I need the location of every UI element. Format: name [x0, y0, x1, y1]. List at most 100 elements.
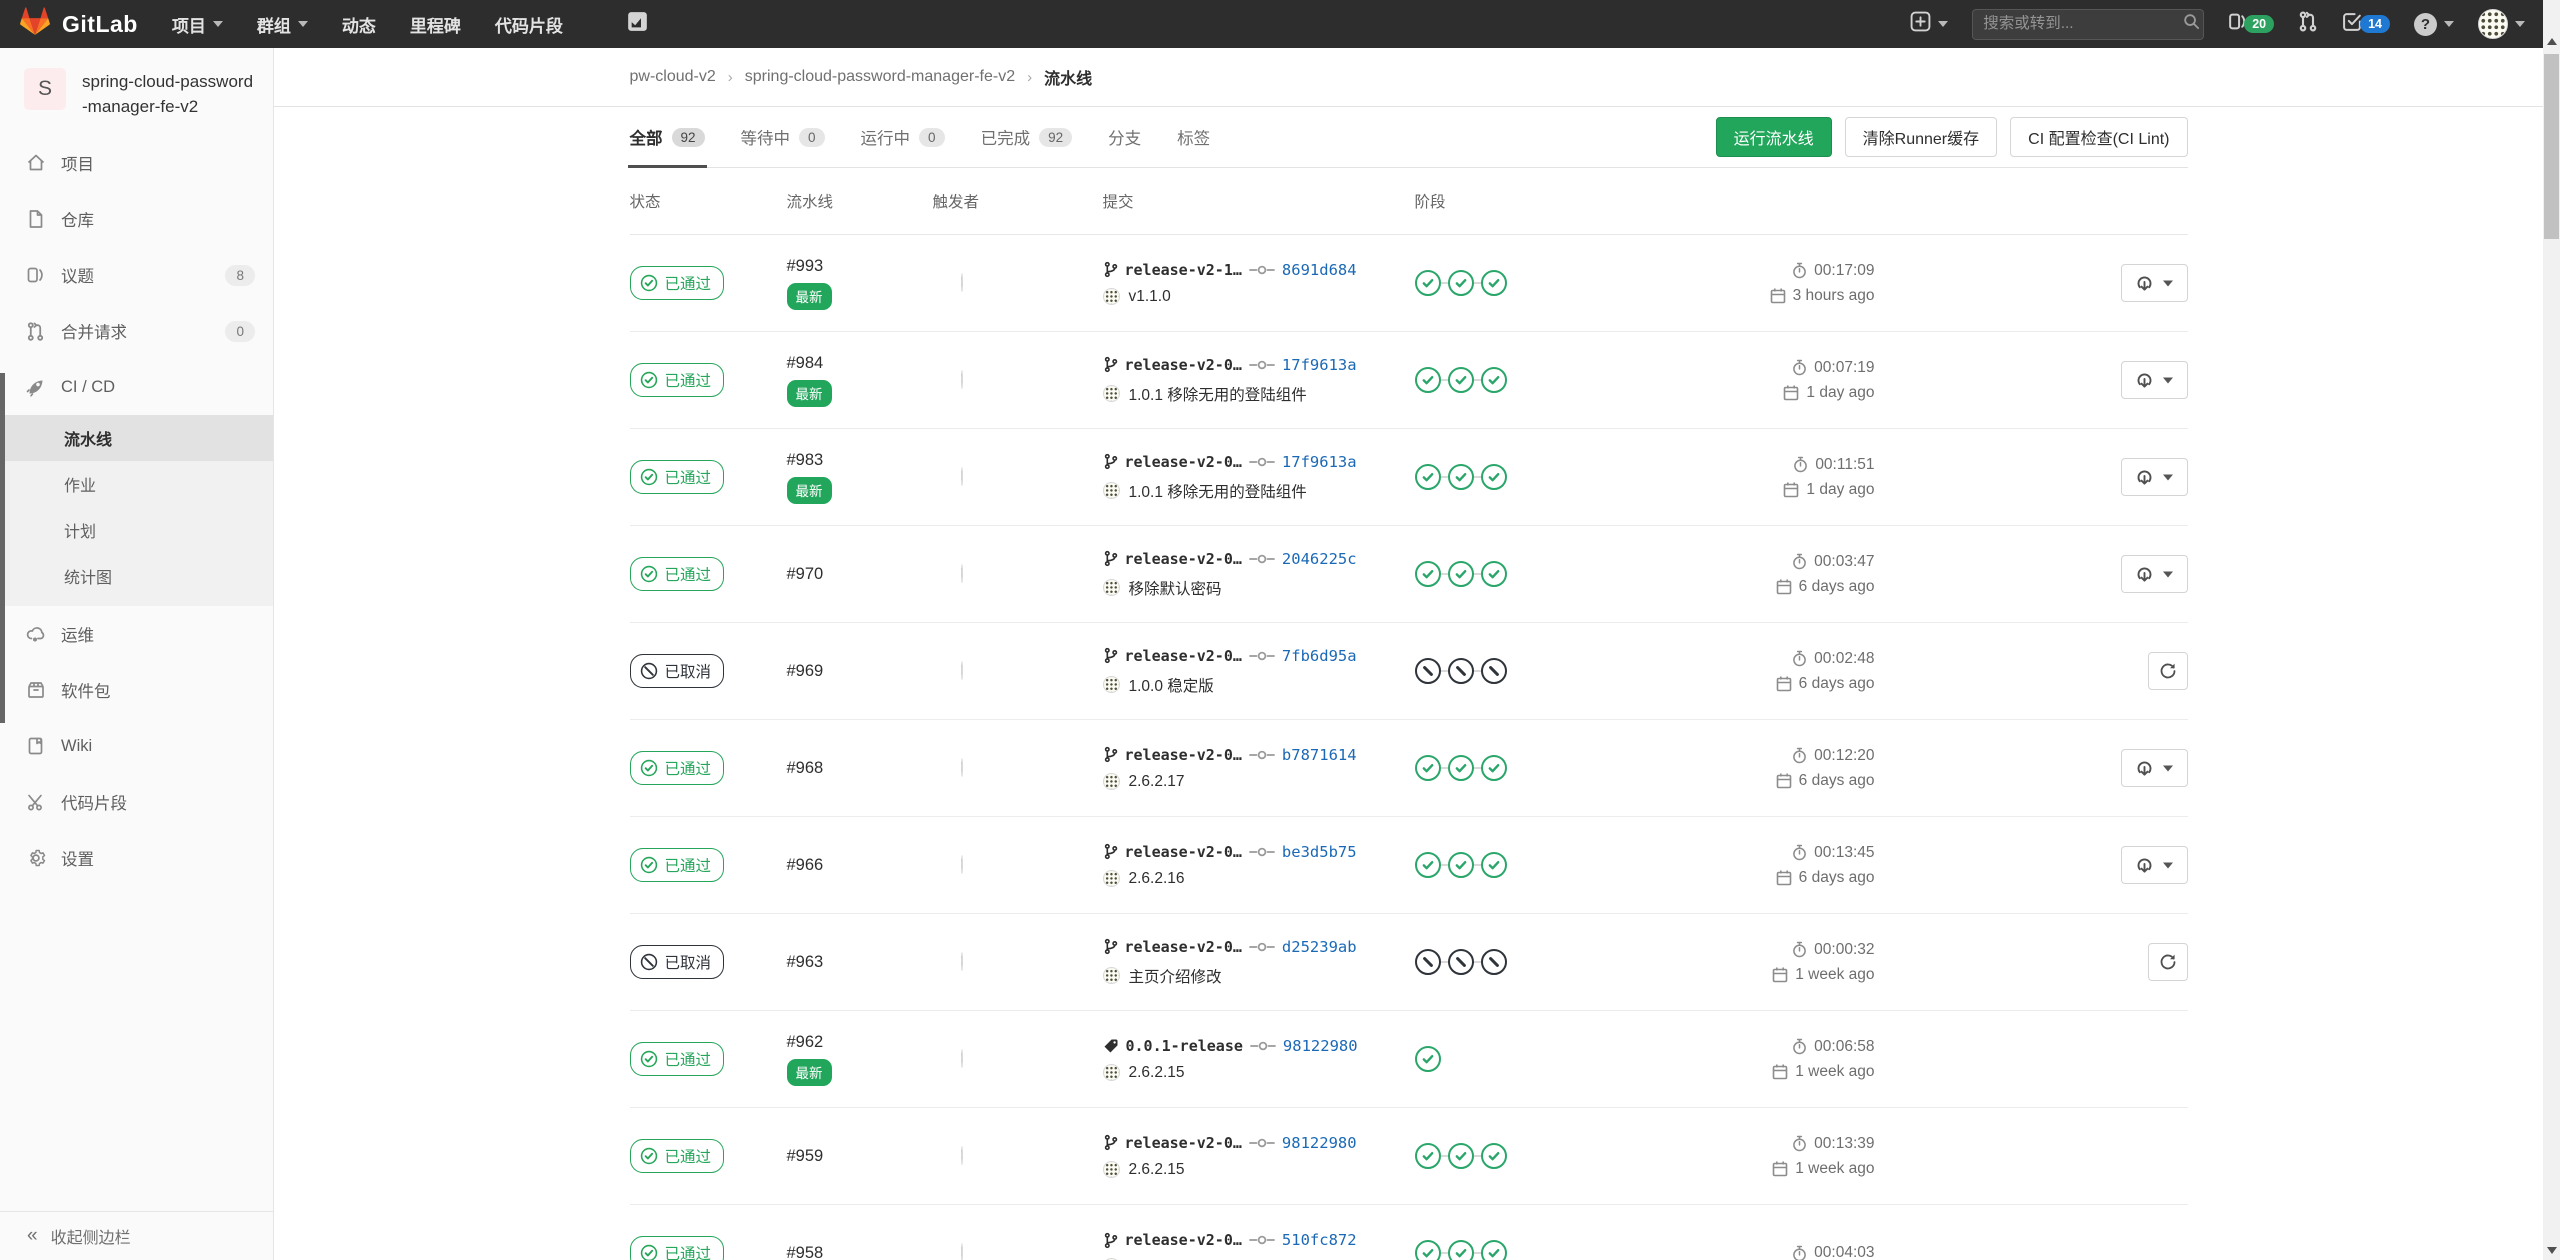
nav-milestones[interactable]: 里程碑: [410, 12, 461, 37]
sidebar-subitem-schedules[interactable]: 计划: [0, 507, 273, 553]
triggerer-avatar[interactable]: [961, 952, 963, 971]
commit-sha-link[interactable]: 7fb6d95a: [1282, 647, 1357, 665]
pipeline-status-badge[interactable]: 已通过: [630, 848, 725, 882]
ref-link[interactable]: release-v2-0…: [1125, 647, 1242, 665]
ref-link[interactable]: release-v2-0…: [1125, 938, 1242, 956]
pipeline-status-badge[interactable]: 已通过: [630, 460, 725, 494]
tab-finished[interactable]: 已完成92: [981, 107, 1073, 167]
stage-passed[interactable]: [1481, 755, 1507, 781]
stage-passed[interactable]: [1481, 270, 1507, 296]
navbar-mr-button[interactable]: [2298, 10, 2318, 38]
pipeline-id-link[interactable]: #958: [787, 1244, 933, 1260]
global-search[interactable]: [1972, 9, 2204, 40]
scrollbar-up-arrow[interactable]: [2547, 38, 2557, 45]
download-artifacts-button[interactable]: [2121, 458, 2188, 496]
stage-passed[interactable]: [1481, 367, 1507, 393]
stage-passed[interactable]: [1481, 464, 1507, 490]
project-context-header[interactable]: S spring-cloud-password-manager-fe-v2: [0, 48, 273, 135]
commit-message[interactable]: 2.6.2.15: [1129, 1064, 1185, 1082]
pipeline-status-badge[interactable]: 已通过: [630, 751, 725, 785]
sidebar-item-settings[interactable]: 设置: [0, 830, 273, 886]
commit-sha-link[interactable]: be3d5b75: [1282, 843, 1357, 861]
new-menu-button[interactable]: [1910, 11, 1948, 37]
ci-lint-button[interactable]: CI 配置检查(CI Lint): [2010, 117, 2187, 157]
sidebar-item-operations[interactable]: 运维: [0, 606, 273, 662]
commit-sha-link[interactable]: d25239ab: [1282, 938, 1357, 956]
nav-projects[interactable]: 项目: [172, 12, 223, 37]
sidebar-item-merge-requests[interactable]: 合并请求 0: [0, 303, 273, 359]
ref-link[interactable]: release-v2-1…: [1125, 261, 1242, 279]
breadcrumb-project[interactable]: spring-cloud-password-manager-fe-v2: [745, 68, 1015, 86]
pipeline-id-link[interactable]: #962: [787, 1033, 933, 1052]
tab-tags[interactable]: 标签: [1177, 107, 1210, 167]
sidebar-subitem-pipelines[interactable]: 流水线: [0, 415, 273, 461]
gitlab-logo[interactable]: GitLab: [20, 7, 138, 41]
stage-canceled[interactable]: [1448, 949, 1474, 975]
pipeline-status-badge[interactable]: 已取消: [630, 654, 725, 688]
tab-pending[interactable]: 等待中0: [741, 107, 825, 167]
retry-pipeline-button[interactable]: [2148, 943, 2188, 981]
triggerer-avatar[interactable]: [961, 661, 963, 680]
pipeline-id-link[interactable]: #959: [787, 1147, 933, 1166]
commit-sha-link[interactable]: 17f9613a: [1282, 453, 1357, 471]
triggerer-avatar[interactable]: [961, 1243, 963, 1260]
stage-canceled[interactable]: [1415, 949, 1441, 975]
pipeline-status-badge[interactable]: 已通过: [630, 266, 725, 300]
sidebar-item-wiki[interactable]: Wiki: [0, 718, 273, 774]
sidebar-item-packages[interactable]: 软件包: [0, 662, 273, 718]
stage-passed[interactable]: [1415, 852, 1441, 878]
sidebar-subitem-jobs[interactable]: 作业: [0, 461, 273, 507]
pipeline-id-link[interactable]: #993: [787, 257, 933, 276]
navbar-todos-button[interactable]: 14: [2342, 11, 2390, 37]
stage-passed[interactable]: [1415, 464, 1441, 490]
commit-message[interactable]: 1.0.1 移除无用的登陆组件: [1129, 480, 1307, 502]
ref-link[interactable]: release-v2-0…: [1125, 746, 1242, 764]
collapse-sidebar-button[interactable]: « 收起侧边栏: [0, 1211, 273, 1260]
run-pipeline-button[interactable]: 运行流水线: [1716, 117, 1832, 157]
triggerer-avatar[interactable]: [961, 370, 963, 389]
nav-chart-button[interactable]: [627, 11, 648, 37]
stage-passed[interactable]: [1481, 561, 1507, 587]
commit-message[interactable]: 1.0.0 稳定版: [1129, 674, 1214, 696]
sidebar-item-snippets[interactable]: 代码片段: [0, 774, 273, 830]
stage-passed[interactable]: [1415, 755, 1441, 781]
stage-passed[interactable]: [1448, 367, 1474, 393]
stage-passed[interactable]: [1448, 852, 1474, 878]
stage-canceled[interactable]: [1481, 658, 1507, 684]
tab-running[interactable]: 运行中0: [861, 107, 945, 167]
stage-passed[interactable]: [1481, 1143, 1507, 1169]
commit-sha-link[interactable]: 2046225c: [1282, 550, 1357, 568]
commit-message[interactable]: 移除默认密码: [1129, 577, 1222, 599]
stage-canceled[interactable]: [1415, 658, 1441, 684]
pipeline-status-badge[interactable]: 已通过: [630, 1139, 725, 1173]
pipeline-status-badge[interactable]: 已通过: [630, 363, 725, 397]
clear-runner-cache-button[interactable]: 清除Runner缓存: [1845, 117, 1997, 157]
pipeline-status-badge[interactable]: 已通过: [630, 1042, 725, 1076]
pipeline-status-badge[interactable]: 已取消: [630, 945, 725, 979]
ref-link[interactable]: 0.0.1-release: [1126, 1037, 1243, 1055]
download-artifacts-button[interactable]: [2121, 555, 2188, 593]
sidebar-item-issues[interactable]: 议题 8: [0, 247, 273, 303]
triggerer-avatar[interactable]: [961, 467, 963, 486]
breadcrumb-group[interactable]: pw-cloud-v2: [630, 68, 716, 86]
scrollbar-thumb[interactable]: [2544, 54, 2559, 239]
stage-passed[interactable]: [1481, 1240, 1507, 1260]
stage-passed[interactable]: [1481, 852, 1507, 878]
pipeline-status-badge[interactable]: 已通过: [630, 1236, 725, 1260]
commit-message[interactable]: 2.6.2.17: [1129, 773, 1185, 791]
commit-message[interactable]: 2.6.2.16: [1129, 870, 1185, 888]
stage-passed[interactable]: [1415, 1143, 1441, 1169]
pipeline-status-badge[interactable]: 已通过: [630, 557, 725, 591]
triggerer-avatar[interactable]: [961, 564, 963, 583]
stage-passed[interactable]: [1448, 561, 1474, 587]
commit-sha-link[interactable]: 17f9613a: [1282, 356, 1357, 374]
commit-sha-link[interactable]: 98122980: [1282, 1134, 1357, 1152]
ref-link[interactable]: release-v2-0…: [1125, 1134, 1242, 1152]
stage-passed[interactable]: [1448, 755, 1474, 781]
help-menu-button[interactable]: ?: [2414, 13, 2454, 36]
sidebar-scrollbar-thumb[interactable]: [0, 373, 5, 723]
nav-activity[interactable]: 动态: [342, 12, 376, 37]
download-artifacts-button[interactable]: [2121, 264, 2188, 302]
pipeline-id-link[interactable]: #970: [787, 565, 933, 584]
user-menu-button[interactable]: [2478, 9, 2525, 39]
